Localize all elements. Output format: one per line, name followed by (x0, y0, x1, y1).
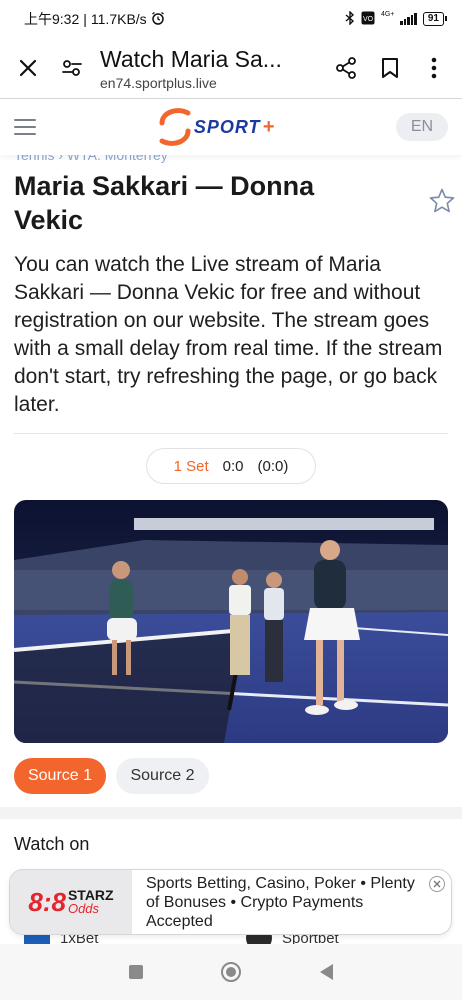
video-player[interactable] (14, 500, 448, 743)
ad-brand-starz: STARZ Odds (67, 888, 114, 916)
back-button[interactable] (319, 964, 333, 980)
page-title: Watch Maria Sa... (100, 46, 282, 72)
games-score: 0:0 (222, 457, 244, 475)
alarm-icon (151, 11, 165, 28)
bluetooth-icon (345, 9, 355, 28)
close-icon (19, 59, 37, 77)
ad-close-button[interactable] (429, 876, 445, 892)
logo-swoosh-icon (159, 108, 191, 146)
more-menu-button[interactable] (412, 46, 456, 90)
site-logo[interactable]: SPORT + (158, 107, 274, 147)
tune-icon (62, 60, 82, 76)
battery-icon: 91 (422, 12, 448, 26)
source-1-button[interactable]: Source 1 (14, 758, 106, 794)
close-tab-button[interactable] (6, 46, 50, 90)
match-description: You can watch the Live stream of Maria S… (14, 253, 443, 416)
network-type: 4G+ (380, 10, 395, 18)
status-bar: 上午9:32 | 11.7KB/s VO 4G+ 91 (0, 0, 462, 38)
source-2-button[interactable]: Source 2 (116, 758, 209, 794)
video-frame-image (14, 500, 448, 743)
score-badge: 1 Set 0:0 (0:0) (146, 448, 316, 484)
ad-brand-odds-text: Odds (67, 901, 100, 916)
ad-text: Sports Betting, Casino, Poker • Plenty o… (146, 874, 415, 930)
star-icon (429, 188, 455, 213)
bookmark-button[interactable] (368, 46, 412, 90)
signal-icon (400, 13, 417, 25)
volte-icon: VO (361, 11, 375, 28)
address-bar[interactable]: Watch Maria Sa... en74.sportplus.live (94, 45, 324, 91)
close-icon (433, 880, 441, 888)
svg-text:VO: VO (363, 16, 374, 23)
browser-toolbar: Watch Maria Sa... en74.sportplus.live (0, 38, 462, 98)
site-header: SPORT + EN (0, 99, 462, 155)
menu-icon[interactable] (14, 119, 36, 135)
recents-button[interactable] (129, 965, 144, 979)
status-right: VO 4G+ 91 (345, 9, 448, 28)
language-selector[interactable]: EN (396, 113, 448, 141)
section-separator (0, 807, 462, 819)
ad-brand-main: 8:8 (28, 886, 66, 917)
url-host: en74.sportplus.live (100, 75, 217, 91)
status-speed: 11.7KB/s (90, 11, 147, 27)
home-button[interactable] (221, 962, 242, 982)
set-label: 1 Set (173, 457, 209, 475)
divider (14, 433, 448, 434)
more-vertical-icon (431, 57, 437, 79)
status-left: 上午9:32 | 11.7KB/s (24, 9, 165, 29)
watch-on-heading: Watch on (14, 834, 90, 854)
status-separator: | (83, 11, 87, 27)
share-button[interactable] (324, 46, 368, 90)
favorite-button[interactable] (428, 187, 456, 220)
logo-plus: + (262, 115, 275, 138)
bookmark-icon (382, 58, 398, 78)
system-navigation-bar (0, 944, 462, 1000)
logo-text: SPORT (193, 116, 261, 137)
site-settings-button[interactable] (50, 46, 94, 90)
status-time: 上午9:32 (24, 11, 80, 27)
ad-brand-logo: 8:8 STARZ Odds (10, 870, 132, 934)
share-icon (336, 57, 356, 79)
points-score: (0:0) (257, 457, 289, 475)
ad-banner[interactable]: 8:8 STARZ Odds Sports Betting, Casino, P… (9, 869, 452, 935)
match-title: Maria Sakkari — Donna Vekic (14, 171, 315, 235)
